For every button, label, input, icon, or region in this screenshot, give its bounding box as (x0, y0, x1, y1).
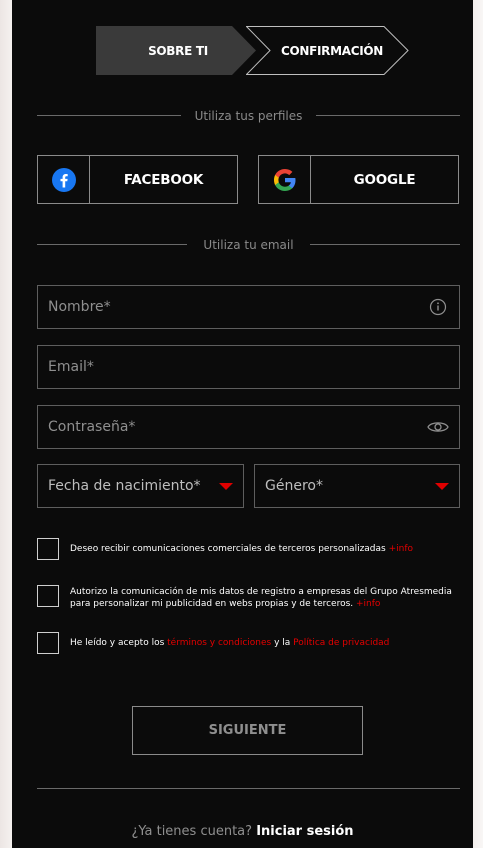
chevron-down-icon (219, 482, 233, 490)
google-login-button[interactable]: GOOGLE (258, 155, 459, 204)
facebook-label: FACEBOOK (123, 171, 204, 188)
facebook-login-button[interactable]: FACEBOOK (37, 155, 238, 204)
email-placeholder: Email* (48, 359, 94, 375)
consent-share-checkbox[interactable] (37, 585, 59, 607)
registration-panel: SOBRE TI CONFIRMACIÓN Utiliza tus perfil… (12, 14, 473, 848)
separator-email: Utiliza tu email (37, 235, 460, 255)
chevron-down-icon (435, 482, 449, 490)
consent-share-text: Autorizo la comunicación de mis datos de… (70, 585, 460, 610)
gender-placeholder: Género* (265, 478, 323, 494)
login-link[interactable]: Iniciar sesión (256, 824, 353, 839)
google-icon (259, 156, 311, 203)
step-about-you-label: SOBRE TI (148, 43, 208, 58)
terms-link[interactable]: términos y condiciones (167, 638, 271, 648)
login-question: ¿Ya tienes cuenta? (131, 824, 253, 839)
consent-terms-checkbox[interactable] (37, 632, 59, 654)
gender-select[interactable]: Género* (254, 464, 460, 508)
consent-marketing-text: Deseo recibir comunicaciones comerciales… (70, 538, 413, 555)
next-button[interactable]: SIGUIENTE (132, 706, 363, 755)
birthdate-placeholder: Fecha de nacimiento* (48, 478, 201, 494)
privacy-link[interactable]: Política de privacidad (293, 638, 389, 648)
consent-marketing: Deseo recibir comunicaciones comerciales… (37, 538, 460, 560)
consent-share-label: Autorizo la comunicación de mis datos de… (70, 587, 452, 609)
step-about-you: SOBRE TI (96, 26, 260, 75)
info-icon[interactable] (427, 296, 449, 318)
birthdate-select[interactable]: Fecha de nacimiento* (37, 464, 244, 508)
password-field[interactable]: Contraseña* (37, 405, 460, 449)
name-field[interactable]: Nombre* (37, 285, 460, 329)
eye-icon[interactable] (427, 416, 449, 438)
consent-terms-text: He leído y acepto los términos y condici… (70, 632, 389, 649)
terms-mid: y la (271, 638, 294, 648)
step-confirmation-label: CONFIRMACIÓN (280, 43, 384, 58)
name-placeholder: Nombre* (48, 299, 111, 315)
consent-marketing-checkbox[interactable] (37, 538, 59, 560)
consent-terms: He leído y acepto los términos y condici… (37, 632, 460, 654)
login-prompt: ¿Ya tienes cuenta? Iniciar sesión (12, 824, 473, 839)
consent-share-info-link[interactable]: +info (356, 599, 380, 609)
email-field[interactable]: Email* (37, 345, 460, 389)
google-label: GOOGLE (353, 171, 416, 188)
consent-share: Autorizo la comunicación de mis datos de… (37, 585, 460, 610)
divider (37, 788, 460, 789)
terms-prefix: He leído y acepto los (70, 638, 168, 648)
separator-profiles-text: Utiliza tus perfiles (194, 109, 303, 123)
facebook-icon (38, 156, 90, 203)
separator-email-text: Utiliza tu email (203, 238, 294, 252)
password-placeholder: Contraseña* (48, 419, 136, 435)
consent-marketing-info-link[interactable]: +info (389, 544, 413, 554)
consent-marketing-label: Deseo recibir comunicaciones comerciales… (70, 544, 389, 554)
separator-profiles: Utiliza tus perfiles (37, 106, 460, 126)
step-confirmation: CONFIRMACIÓN (246, 26, 410, 75)
